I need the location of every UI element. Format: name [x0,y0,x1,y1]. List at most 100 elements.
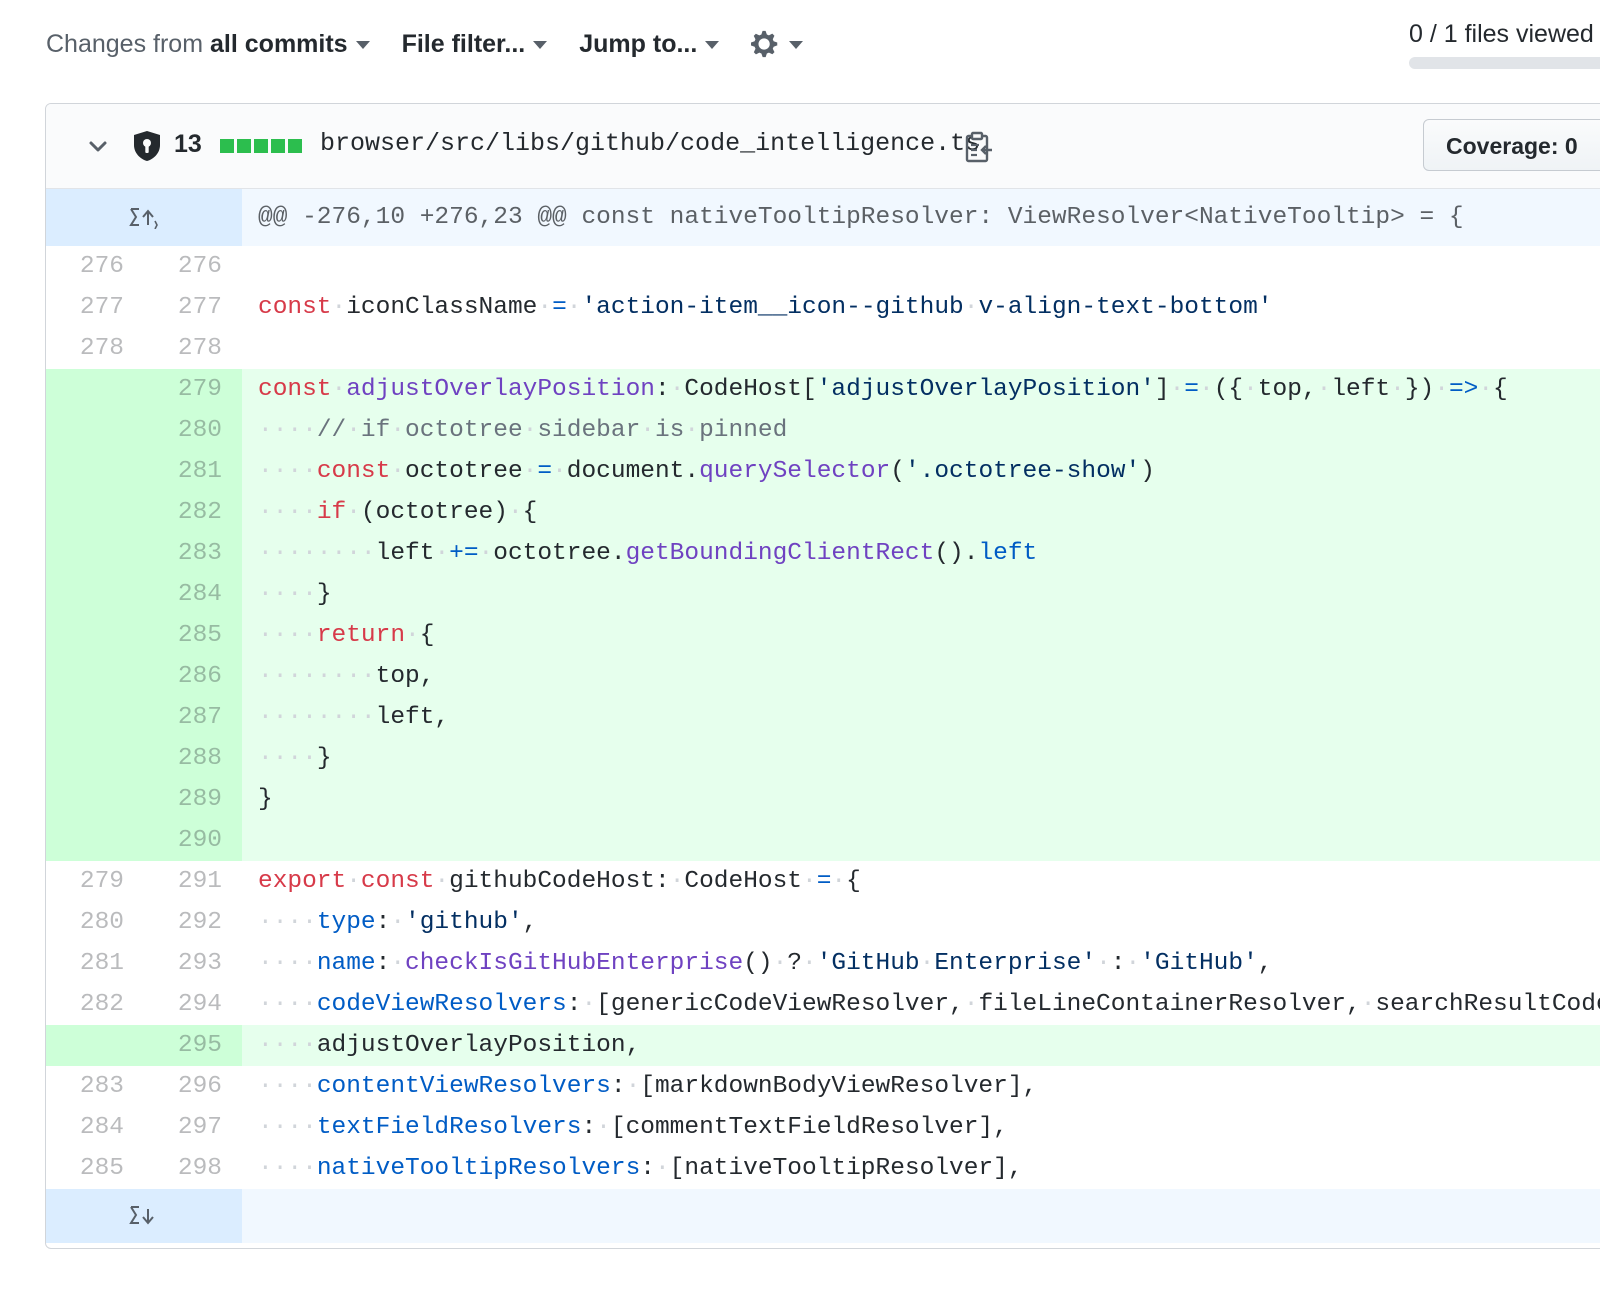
code-content: ····codeViewResolvers:·[genericCodeViewR… [242,984,1600,1025]
code-content [242,328,1600,369]
whitespace-marker: · [596,1114,611,1141]
new-line-number[interactable]: 289 [144,779,242,820]
old-line-number[interactable] [46,738,144,779]
diff-line-addition: 285 ····return·{ [46,615,1600,656]
code-token: ({ [1213,376,1244,403]
whitespace-marker: ···· [258,499,317,526]
new-line-number[interactable]: 293 [144,943,242,984]
code-content: ····name:·checkIsGitHubEnterprise()·?·'G… [242,943,1600,984]
whitespace-marker: · [669,376,685,403]
new-line-number[interactable]: 286 [144,656,242,697]
old-line-number[interactable] [46,615,144,656]
old-line-number[interactable] [46,451,144,492]
old-line-number[interactable]: 284 [46,1107,144,1148]
code-token: githubCodeHost: [449,868,670,895]
code-token: => [1448,376,1479,403]
new-line-number[interactable]: 282 [144,492,242,533]
old-line-number[interactable] [46,820,144,861]
whitespace-marker: · [1316,376,1332,403]
old-line-number[interactable]: 276 [46,246,144,287]
old-line-number[interactable]: 282 [46,984,144,1025]
new-line-number[interactable]: 285 [144,615,242,656]
old-line-number[interactable] [46,779,144,820]
diff-settings-button[interactable] [751,29,804,59]
old-line-number[interactable] [46,697,144,738]
new-line-number[interactable]: 295 [144,1025,242,1066]
new-line-number[interactable]: 287 [144,697,242,738]
new-line-number[interactable]: 291 [144,861,242,902]
diff-line-context: 280 292 ····type:·'github', [46,902,1600,943]
old-line-number[interactable]: 277 [46,287,144,328]
code-token: , [522,909,538,936]
old-line-number[interactable] [46,410,144,451]
jump-to-dropdown[interactable]: Jump to... [579,29,720,59]
code-token: if [316,499,347,526]
new-line-number[interactable]: 296 [144,1066,242,1107]
expand-down-button[interactable] [46,1189,242,1243]
new-line-number[interactable]: 277 [144,287,242,328]
code-token: }) [1404,376,1435,403]
diff-line-context: 277 277 const·iconClassName·=·'action-item… [46,287,1600,328]
coverage-button[interactable]: Coverage: 0 [1423,119,1600,171]
clipboard-icon[interactable] [964,131,994,163]
new-line-number[interactable]: 279 [144,369,242,410]
code-content: } [242,779,1600,820]
whitespace-marker: ···· [258,1073,317,1100]
new-line-number[interactable]: 298 [144,1148,242,1189]
old-line-number[interactable]: 283 [46,1066,144,1107]
jump-to-label: Jump to... [579,29,698,58]
diffstat-block [237,139,251,153]
new-line-number[interactable]: 297 [144,1107,242,1148]
changes-from-dropdown[interactable]: Changes from all commits [46,30,370,59]
diff-line-addition: 284 ····} [46,574,1600,615]
new-line-number[interactable]: 278 [144,328,242,369]
gear-icon [751,30,778,58]
whitespace-marker: · [390,417,406,444]
code-token: = [816,868,832,895]
file-path-link[interactable]: browser/src/libs/github/code_intelligenc… [320,129,980,158]
caret-down-icon [355,41,370,49]
code-token: top, [1257,376,1317,403]
old-line-number[interactable] [46,1025,144,1066]
new-line-number[interactable]: 280 [144,410,242,451]
code-token: pinned [699,417,788,444]
new-line-number[interactable]: 294 [144,984,242,1025]
code-token: left [978,540,1038,567]
whitespace-marker: ···· [258,1114,317,1141]
new-line-number[interactable]: 283 [144,533,242,574]
chevron-down-icon[interactable] [86,134,110,158]
code-token: () [743,950,773,977]
old-line-number[interactable]: 281 [46,943,144,984]
shield-lock-icon [134,131,160,161]
code-token: : [1110,950,1126,977]
code-token: octotree [405,417,523,444]
code-token: ] [1154,376,1170,403]
code-token: 'GitHub' [1140,950,1258,977]
expand-up-button[interactable] [46,189,242,246]
old-line-number[interactable]: 278 [46,328,144,369]
new-line-number[interactable]: 276 [144,246,242,287]
code-content: ········left·+=·octotree.getBoundingClie… [242,533,1600,574]
old-line-number[interactable]: 280 [46,902,144,943]
new-line-number[interactable]: 290 [144,820,242,861]
code-content [242,820,1600,861]
code-token: sidebar [537,417,641,444]
old-line-number[interactable] [46,533,144,574]
whitespace-marker: ········ [258,704,376,731]
new-line-number[interactable]: 284 [144,574,242,615]
code-token: : [581,1114,597,1141]
new-line-number[interactable]: 281 [144,451,242,492]
old-line-number[interactable] [46,574,144,615]
diff-table: @@ -276,10 +276,23 @@ const nativeToolti… [46,189,1600,1243]
new-line-number[interactable]: 292 [144,902,242,943]
old-line-number[interactable]: 279 [46,861,144,902]
whitespace-marker: ···· [258,745,317,772]
whitespace-marker: · [1169,376,1185,403]
old-line-number[interactable]: 285 [46,1148,144,1189]
old-line-number[interactable] [46,369,144,410]
file-filter-dropdown[interactable]: File filter... [402,30,548,59]
new-line-number[interactable]: 288 [144,738,242,779]
old-line-number[interactable] [46,656,144,697]
code-content: ····} [242,574,1600,615]
old-line-number[interactable] [46,492,144,533]
